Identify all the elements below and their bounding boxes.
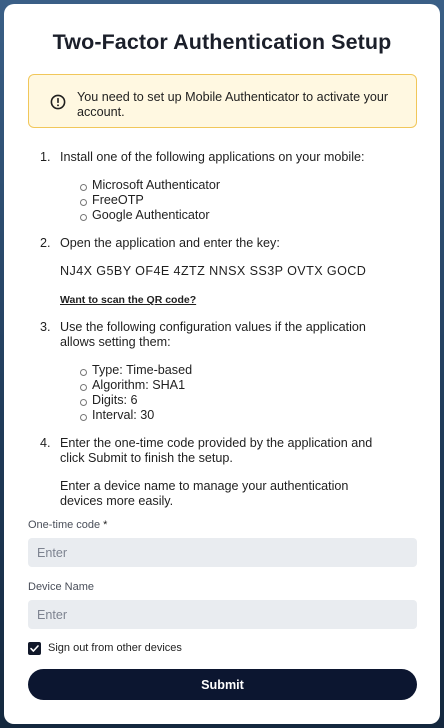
step-enter-key: 2. Open the application and enter the ke… [40, 236, 390, 308]
list-item: Interval: 30 [80, 408, 390, 423]
one-time-code-label: One-time code * [28, 519, 107, 531]
device-name-input[interactable] [28, 600, 417, 629]
authenticator-app-list: Microsoft Authenticator FreeOTP Google A… [60, 178, 390, 223]
step-text: Enter the one-time code provided by the … [60, 436, 373, 465]
checkmark-icon [30, 645, 39, 652]
step-text: Install one of the following application… [60, 150, 365, 164]
sign-out-other-devices-checkbox[interactable] [28, 642, 41, 655]
step-configuration: 3. Use the following configuration value… [40, 320, 390, 423]
sign-out-other-devices-label[interactable]: Sign out from other devices [48, 642, 182, 654]
list-item: Algorithm: SHA1 [80, 378, 390, 393]
configuration-values-list: Type: Time-based Algorithm: SHA1 Digits:… [60, 363, 390, 423]
step-install-app: 1. Install one of the following applicat… [40, 150, 390, 223]
step-submit-code: 4. Enter the one-time code provided by t… [40, 436, 390, 509]
step-number: 1. [40, 150, 51, 164]
page-title: Two-Factor Authentication Setup [52, 30, 392, 54]
step-text: Open the application and enter the key: [60, 236, 280, 250]
device-name-label: Device Name [28, 581, 95, 593]
one-time-code-label-text: One-time code [28, 519, 101, 531]
step-number: 2. [40, 236, 51, 250]
setup-steps: 1. Install one of the following applicat… [40, 150, 390, 509]
list-item: Digits: 6 [80, 393, 390, 408]
list-item: Microsoft Authenticator [80, 178, 390, 193]
alert-message: You need to set up Mobile Authenticator … [77, 90, 389, 119]
setup-card: Two-Factor Authentication Setup You need… [4, 4, 440, 724]
one-time-code-input[interactable] [28, 538, 417, 567]
step-number: 4. [40, 436, 51, 450]
exclamation-circle-icon [50, 94, 66, 110]
warning-alert: You need to set up Mobile Authenticator … [28, 74, 417, 128]
list-item: Type: Time-based [80, 363, 390, 378]
device-name-note: Enter a device name to manage your authe… [60, 479, 349, 508]
submit-button[interactable]: Submit [28, 669, 417, 700]
required-marker: * [103, 519, 108, 531]
step-number: 3. [40, 320, 51, 334]
list-item: FreeOTP [80, 193, 390, 208]
list-item: Google Authenticator [80, 208, 390, 223]
scan-qr-code-link[interactable]: Want to scan the QR code? [60, 293, 196, 308]
step-text: Use the following configuration values i… [60, 320, 366, 349]
secret-key: NJ4X G5BY OF4E 4ZTZ NNSX SS3P OVTX GOCD [60, 264, 367, 278]
